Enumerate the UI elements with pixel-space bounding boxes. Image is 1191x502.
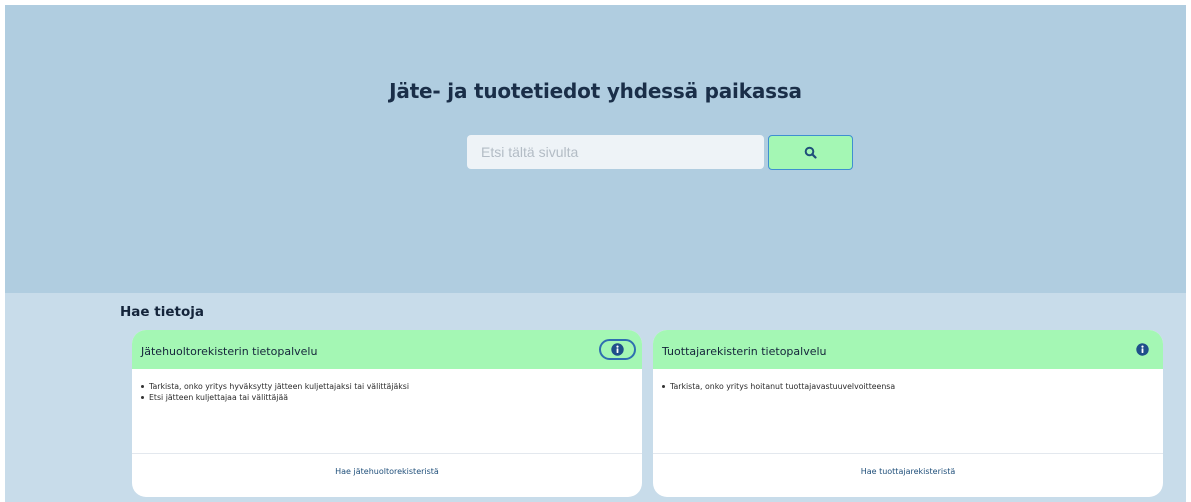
card-title: Jätehuoltorekisterin tietopalvelu: [141, 345, 318, 358]
info-button[interactable]: [599, 339, 636, 360]
search-button[interactable]: [768, 135, 853, 170]
search-input[interactable]: [467, 135, 764, 169]
card-producer-register: Tuottajarekisterin tietopalvelu Tarkista…: [653, 330, 1163, 497]
card-footer: Hae jätehuoltorekisteristä: [132, 453, 642, 479]
page-title: Jäte- ja tuotetiedot yhdessä paikassa: [389, 79, 802, 103]
card-body: Tarkista, onko yritys hoitanut tuottajav…: [653, 369, 1163, 453]
search-producer-register-link[interactable]: Hae tuottajarekisteristä: [861, 467, 956, 476]
list-item: Tarkista, onko yritys hyväksytty jätteen…: [140, 381, 642, 392]
hero-banner: Jäte- ja tuotetiedot yhdessä paikassa: [5, 5, 1186, 293]
list-item: Tarkista, onko yritys hoitanut tuottajav…: [661, 381, 1163, 392]
card-footer: Hae tuottajarekisteristä: [653, 453, 1163, 479]
search-icon: [804, 146, 817, 159]
info-button[interactable]: [1132, 339, 1152, 359]
info-icon: [1135, 342, 1149, 356]
info-icon: [611, 343, 624, 356]
search-info-section: Hae tietoja Jätehuoltorekisterin tietopa…: [5, 293, 1186, 502]
card-body: Tarkista, onko yritys hyväksytty jätteen…: [132, 369, 642, 453]
section-title: Hae tietoja: [120, 304, 204, 320]
search-waste-register-link[interactable]: Hae jätehuoltorekisteristä: [335, 467, 439, 476]
card-header: Jätehuoltorekisterin tietopalvelu: [132, 330, 642, 369]
card-waste-register: Jätehuoltorekisterin tietopalvelu Tarkis…: [132, 330, 642, 497]
card-title: Tuottajarekisterin tietopalvelu: [662, 345, 827, 358]
card-header: Tuottajarekisterin tietopalvelu: [653, 330, 1163, 369]
list-item: Etsi jätteen kuljettajaa tai välittäjää: [140, 392, 642, 403]
